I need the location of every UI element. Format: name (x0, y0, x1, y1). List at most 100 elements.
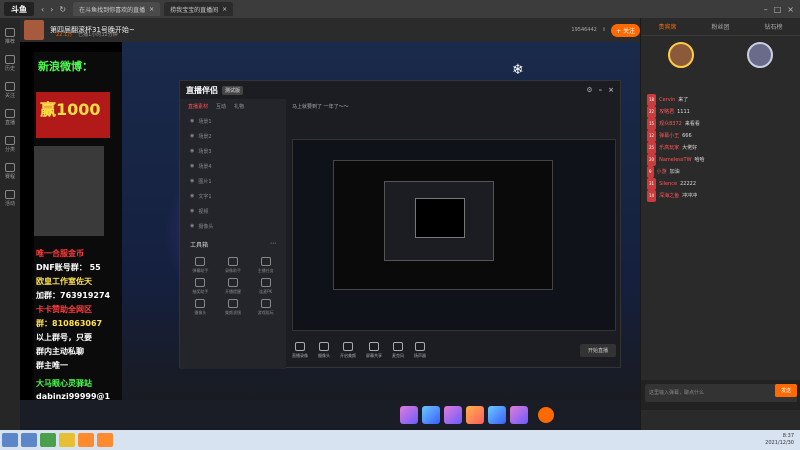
share-icon[interactable]: ⇪ (602, 27, 606, 33)
tool-item[interactable]: 录像助手 (219, 257, 248, 274)
tab-home[interactable]: 在斗鱼找到你喜欢的直播 × (73, 2, 161, 16)
scene-item[interactable]: ◉ 图片1 (180, 174, 286, 189)
tab-vip[interactable]: 贵宾席 (658, 22, 676, 31)
nested-preview-3 (415, 198, 465, 238)
app-icon[interactable] (97, 433, 113, 447)
beauty-icon (343, 341, 353, 351)
shield-icon[interactable] (21, 433, 37, 447)
sidebar-item-category[interactable]: 分类 (4, 136, 15, 153)
eye-icon: ◉ (190, 133, 195, 139)
tool-item[interactable]: 开播提醒 (219, 278, 248, 295)
refresh-icon[interactable]: ↻ (59, 5, 66, 14)
gift-item[interactable] (422, 406, 440, 424)
close-icon[interactable]: × (149, 6, 154, 13)
minimize-icon[interactable]: – (764, 5, 768, 14)
tool-item[interactable]: 连麦PK (251, 278, 280, 295)
tab-gift[interactable]: 礼物 (234, 103, 244, 110)
eye-icon: ◉ (190, 178, 195, 184)
scene-item[interactable]: ◉ 视频 (180, 204, 286, 219)
streamer-avatar[interactable] (24, 20, 44, 40)
companion-title: 直播伴侣 (186, 85, 218, 95)
close-window-icon[interactable]: × (787, 5, 794, 14)
sidebar-item-follow[interactable]: 关注 (4, 82, 15, 99)
app-icon[interactable] (40, 433, 56, 447)
chat-message: 25 乐高玩家 大佬好 (647, 142, 794, 154)
chat-input-area: 这里输入弹幕，聊点什么 发送 (641, 380, 800, 410)
tab-material[interactable]: 直播素材 (188, 103, 208, 110)
beauty-button[interactable]: 开启美颜 (340, 341, 356, 359)
gift-item[interactable] (400, 406, 418, 424)
gift-item[interactable] (488, 406, 506, 424)
close-icon[interactable]: × (222, 6, 227, 13)
gamepad-icon (260, 299, 271, 308)
scene-item[interactable]: ◉ 场景2 (180, 129, 286, 144)
start-icon[interactable] (2, 433, 18, 447)
tool-item[interactable]: 主播任务 (251, 257, 280, 274)
scene-item[interactable]: ◉ 摄像头 (180, 219, 286, 234)
chat-message: 15 观众8372 来看看 (647, 118, 794, 130)
tool-item[interactable]: 摄像头 (186, 299, 215, 316)
overlay-line: 加群：763919274 (36, 291, 111, 300)
left-sidebar: 推荐 历史 关注 直播 分类 赛程 活动 (0, 18, 20, 430)
follow-button[interactable]: + 关注 (611, 23, 640, 37)
scene-item[interactable]: ◉ 场景3 (180, 144, 286, 159)
sidebar-item-live[interactable]: 直播 (4, 109, 15, 126)
douyu-app-icon[interactable] (78, 433, 94, 447)
scene-item[interactable]: ◉ 文字1 (180, 189, 286, 204)
forward-icon[interactable]: › (50, 5, 53, 14)
minimize-icon[interactable]: – (599, 86, 603, 94)
scene-item[interactable]: ◉ 场景4 (180, 159, 286, 174)
close-icon[interactable]: × (608, 86, 614, 94)
overlay-line: DNF账号群： 55 (36, 263, 101, 272)
record-button[interactable]: 直播录像 (292, 341, 308, 359)
rank-avatar-1[interactable] (667, 42, 694, 68)
companion-toolbar: 直播录像 摄像头 开启美颜 屏幕共享 麦克风 扬声器 开始直播 (286, 331, 622, 369)
tool-item[interactable]: 弹幕助手 (186, 257, 215, 274)
overlay-line: 群内主动私聊 (36, 347, 84, 356)
more-icon[interactable]: ⋯ (270, 240, 276, 249)
browser-tabbar: 斗鱼 ‹ › ↻ 在斗鱼找到你喜欢的直播 × 捞我宝宝的直播间 × – □ × (0, 0, 800, 18)
heart-icon (4, 82, 15, 91)
gift-item[interactable] (510, 406, 528, 424)
tab-fans[interactable]: 粉丝团 (711, 22, 729, 31)
sidebar-item-recommend[interactable]: 推荐 (4, 28, 15, 45)
gift-icon (4, 190, 15, 199)
tab-diamond[interactable]: 钻石榜 (764, 22, 782, 31)
sidebar-item-schedule[interactable]: 赛程 (4, 163, 15, 180)
tool-item[interactable]: 游戏陪玩 (251, 299, 280, 316)
tools-grid: 弹幕助手 录像助手 主播任务 抽奖助手 开播提醒 连麦PK 摄像头 美颜滤镜 游… (180, 251, 286, 322)
rank-avatar-2[interactable] (747, 42, 774, 68)
settings-icon[interactable]: ⚙ (586, 86, 592, 94)
screen-share-button[interactable]: 屏幕共享 (366, 341, 382, 359)
douyu-logo: 斗鱼 (4, 2, 34, 16)
folder-icon[interactable] (59, 433, 75, 447)
microphone-button[interactable]: 麦克风 (392, 341, 404, 359)
go-live-button[interactable]: 开始直播 (579, 343, 616, 357)
system-clock[interactable]: 8:37 2021/12/30 (765, 433, 794, 447)
live-duration: 已播1小时32分钟 (78, 32, 118, 38)
tab-interact[interactable]: 互动 (216, 103, 226, 110)
chat-message: 14 深海之鱼 冲冲冲 (647, 190, 794, 202)
chat-message: 20 NamelessTW 哈哈 (647, 154, 794, 166)
pk-icon (260, 278, 271, 287)
camera-button[interactable]: 摄像头 (318, 341, 330, 359)
tool-item[interactable]: 美颜滤镜 (219, 299, 248, 316)
eye-icon: ◉ (190, 193, 195, 199)
speaker-button[interactable]: 扬声器 (414, 341, 426, 359)
stream-preview[interactable] (292, 139, 616, 331)
tool-item[interactable]: 抽奖助手 (186, 278, 215, 295)
sidebar-item-history[interactable]: 历史 (4, 55, 15, 72)
overlay-line: 欧皇工作室佐天 (36, 277, 92, 286)
back-icon[interactable]: ‹ (41, 5, 44, 14)
tab-room[interactable]: 捞我宝宝的直播间 × (164, 2, 234, 16)
gift-item[interactable] (444, 406, 462, 424)
send-button[interactable]: 发送 (774, 384, 797, 397)
scene-item[interactable]: ◉ 场景1 (180, 114, 286, 129)
maximize-icon[interactable]: □ (774, 5, 782, 14)
sidebar-item-events[interactable]: 活动 (4, 190, 15, 207)
microphone-icon (393, 341, 403, 351)
recharge-button[interactable] (538, 407, 554, 423)
companion-main: 马上就要到了 一年了～～ 直播录像 摄像头 开启美颜 屏幕共享 麦克风 扬声器 … (286, 99, 622, 369)
gift-item[interactable] (466, 406, 484, 424)
room-actions: 19546442 ⇪ + 关注 (571, 23, 640, 37)
